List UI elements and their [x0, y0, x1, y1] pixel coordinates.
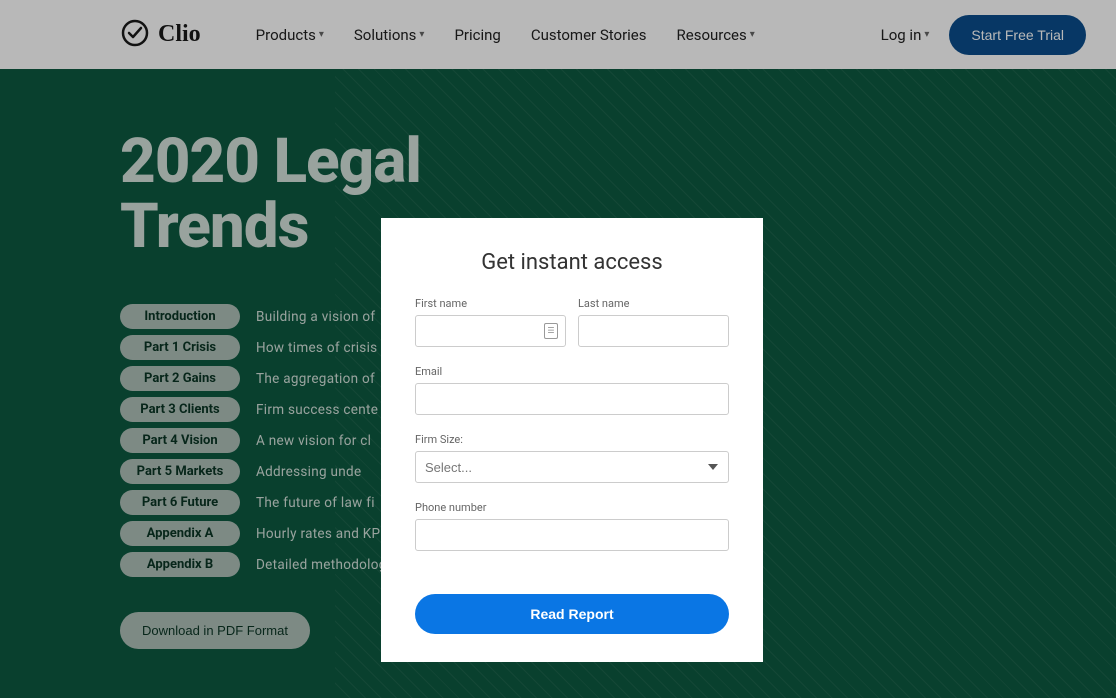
phone-label: Phone number — [415, 501, 729, 514]
first-name-label: First name — [415, 297, 566, 310]
last-name-input[interactable] — [578, 315, 729, 347]
firm-size-label: Firm Size: — [415, 433, 729, 446]
phone-input[interactable] — [415, 519, 729, 551]
firm-size-select[interactable]: Select... — [415, 451, 729, 483]
read-report-button[interactable]: Read Report — [415, 594, 729, 634]
first-name-input[interactable] — [415, 315, 566, 347]
email-label: Email — [415, 365, 729, 378]
email-input[interactable] — [415, 383, 729, 415]
modal-title: Get instant access — [415, 250, 729, 275]
access-modal: Get instant access First name ☰ Last nam… — [381, 218, 763, 662]
last-name-label: Last name — [578, 297, 729, 310]
